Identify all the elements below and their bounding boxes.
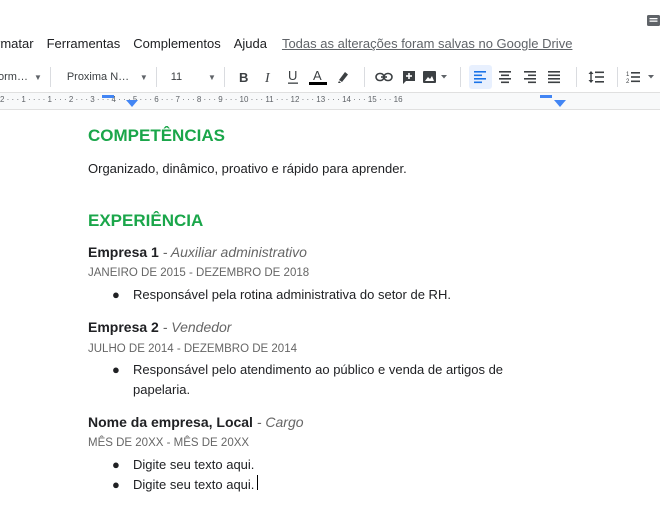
bullet-icon: ● [112,287,120,302]
list-item-text: Responsável pelo atendimento ao público … [133,362,504,397]
right-margin-marker-icon[interactable] [540,93,556,109]
job-role: - Auxiliar administrativo [158,244,307,260]
image-icon [423,71,448,83]
text-color-button[interactable]: A [307,65,330,89]
add-comment-icon [402,71,415,84]
menu-bar: rmatar Ferramentas Complementos Ajuda To… [0,0,660,60]
chevron-down-icon: ▼ [139,72,148,82]
chevron-down-icon: ▼ [207,72,216,82]
numbered-list-icon: 12 [626,72,654,84]
font-family-value: Proxima N… [66,71,130,83]
insert-image-button[interactable] [422,65,450,89]
horizontal-ruler[interactable]: 2 · · · 1 · · · · 1 · · · 2 · · · 3 · · … [0,92,660,110]
competencias-heading: COMPETÊNCIAS [88,126,225,145]
job-company: Nome da empresa, Local [88,414,253,430]
menu-items: rmatar Ferramentas Complementos Ajuda To… [0,36,585,51]
job-company: Empresa 2 [88,319,159,335]
bold-button[interactable]: B [233,65,256,89]
bold-icon: B [239,70,248,84]
menu-item-format[interactable]: rmatar [0,36,34,51]
toolbar-divider [223,67,225,87]
justify-button[interactable] [543,65,566,89]
align-left-icon [474,71,487,84]
menu-item-help[interactable]: Ajuda [234,36,267,51]
link-icon [375,72,393,82]
job-role: - Vendedor [158,319,232,335]
align-left-button[interactable] [469,65,492,89]
toolbar-divider [575,67,577,87]
text-cursor [257,475,259,490]
job-company: Empresa 1 [88,244,159,260]
menu-item-addons[interactable]: Complementos [133,36,220,51]
svg-text:I: I [264,71,271,84]
align-center-icon [499,71,512,84]
first-line-indent-marker-icon[interactable] [102,93,118,109]
job-title-line: Nome da empresa, Local - Cargo [88,414,304,430]
svg-text:2: 2 [626,79,630,84]
list-item-text: Digite seu texto aqui. [133,457,255,472]
list-item-text: Digite seu texto aqui. [133,477,255,492]
font-size-dropdown[interactable]: 11 ▼ [171,65,216,89]
list-item-text: Responsável pela rotina administrativa d… [133,287,451,302]
ruler-labels: 2 · · · 1 · · · · 1 · · · 2 · · · 3 · · … [0,95,403,104]
align-justify-icon [548,71,561,84]
line-spacing-icon [588,71,604,83]
list-item: ● Responsável pelo atendimento ao públic… [112,360,512,400]
toolbar-divider [617,67,618,87]
svg-text:U: U [288,69,297,83]
svg-text:A: A [313,68,322,83]
list-item: ● Digite seu texto aqui. [112,475,522,495]
experiencia-heading: EXPERIÊNCIA [88,211,204,230]
toolbar-divider [363,67,365,87]
line-spacing-button[interactable] [584,65,607,89]
job-role: - Cargo [252,414,304,430]
insert-comment-button[interactable] [397,65,420,89]
toolbar-divider [155,67,157,87]
bullet-icon: ● [112,457,120,472]
job-title-line: Empresa 1 - Auxiliar administrativo [88,244,307,260]
toolbar-divider [49,67,51,87]
menu-item-tools[interactable]: Ferramentas [47,36,121,51]
highlighter-icon [337,72,348,83]
numbered-list-button[interactable]: 12 [626,65,658,89]
job-dates: JULHO DE 2014 - DEZEMBRO DE 2014 [88,343,297,355]
insert-link-button[interactable] [373,65,396,89]
list-item: ● Digite seu texto aqui. [112,455,522,475]
chevron-down-icon: ▼ [33,72,42,82]
left-indent-marker-icon[interactable] [126,99,138,109]
text-color-icon: A [308,68,327,85]
paragraph-style-value: orm… [0,71,28,83]
job-dates: JANEIRO DE 2015 - DEZEMBRO DE 2018 [88,267,310,279]
toolbar: orm… ▼ Proxima N… ▼ 11 ▼ B I U A 1 2 [0,62,660,92]
align-right-icon [523,71,536,84]
italic-button[interactable]: I [257,65,280,89]
toolbar-divider [460,67,462,87]
bullet-icon: ● [112,477,120,492]
underline-icon: U [288,69,299,84]
italic-icon: I [264,71,271,84]
font-size-value: 11 [170,71,183,83]
paragraph-style-dropdown[interactable]: orm… ▼ [0,65,42,89]
svg-text:1: 1 [626,72,630,78]
align-right-button[interactable] [518,65,541,89]
saved-status-link[interactable]: Todas as alterações foram salvas no Goog… [282,36,572,51]
list-item: ● Responsável pela rotina administrativa… [112,285,522,305]
comments-icon[interactable] [646,14,660,28]
align-center-button[interactable] [494,65,517,89]
font-family-dropdown[interactable]: Proxima N… ▼ [67,65,148,89]
underline-button[interactable]: U [282,65,305,89]
highlight-button[interactable] [331,65,354,89]
competencias-text: Organizado, dinâmico, proativo e rápido … [88,161,407,176]
svg-text:B: B [239,70,248,84]
bullet-icon: ● [112,362,120,377]
job-title-line: Empresa 2 - Vendedor [88,319,231,335]
job-dates: MÊS DE 20XX - MÊS DE 20XX [88,437,250,449]
